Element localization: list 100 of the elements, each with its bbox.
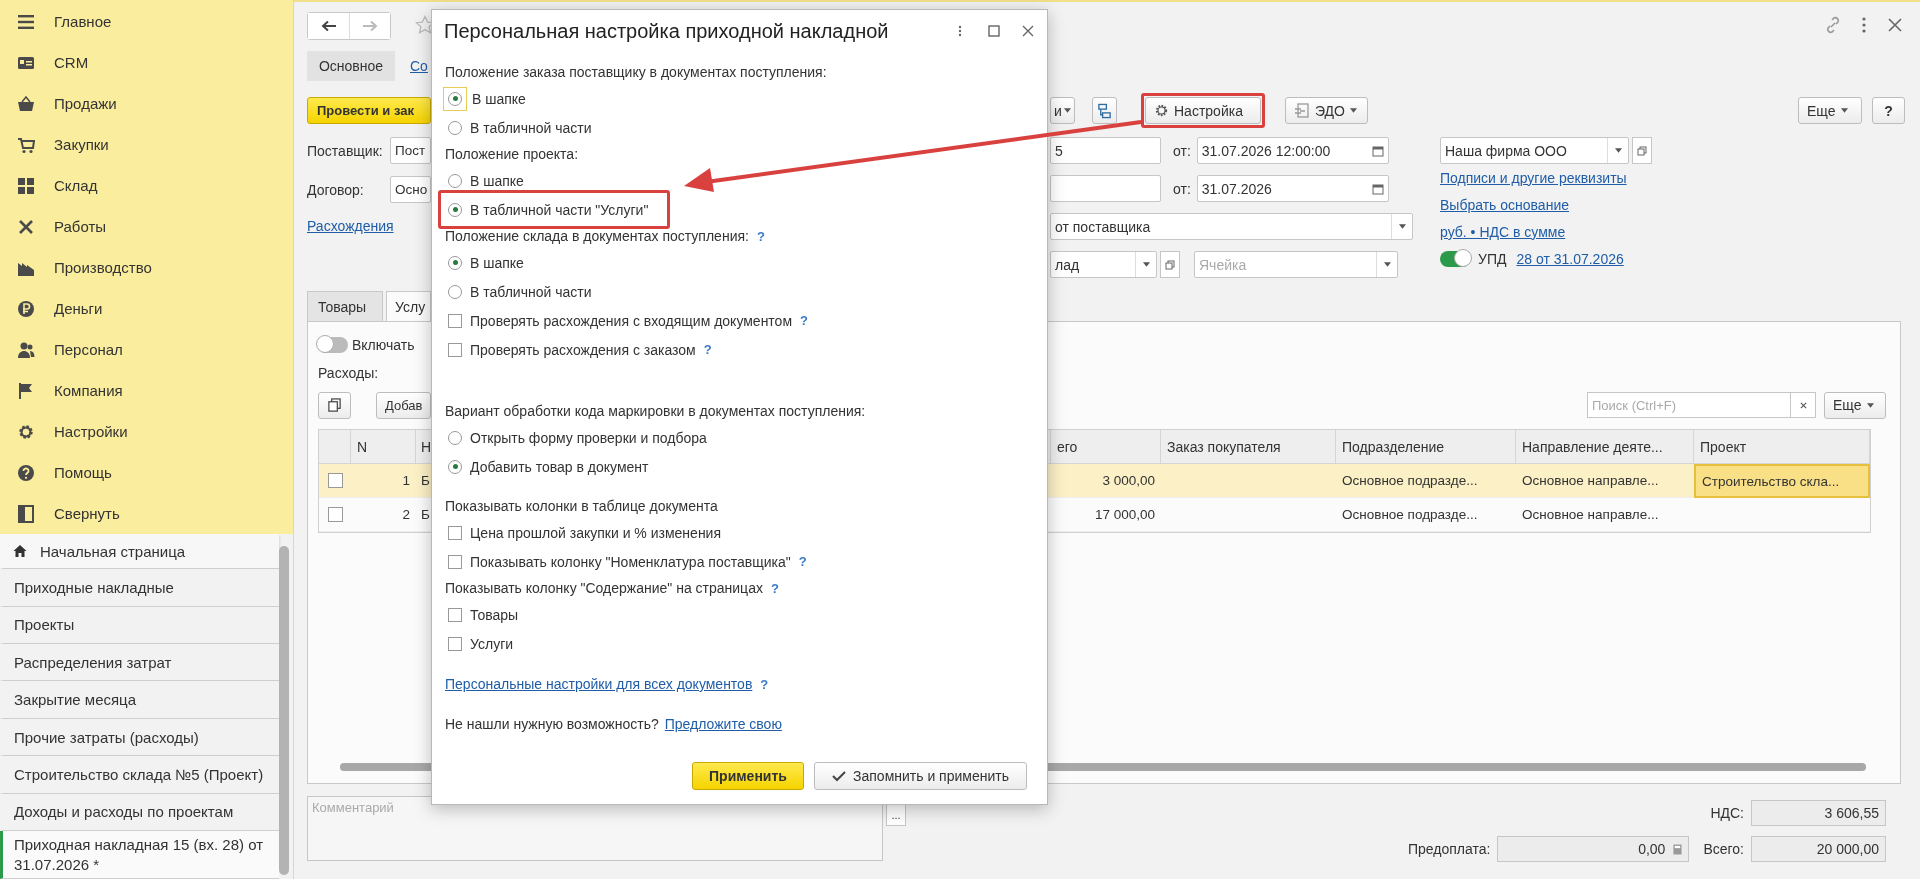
- copy-button[interactable]: [318, 391, 351, 419]
- settings-button[interactable]: Настройка: [1145, 97, 1261, 124]
- open-button[interactable]: [1160, 251, 1180, 278]
- date-field[interactable]: 31.07.2026: [1196, 175, 1389, 202]
- help-link[interactable]: ?: [770, 580, 779, 596]
- row-checkbox[interactable]: [327, 473, 343, 488]
- maximize-icon[interactable]: [987, 23, 1001, 39]
- radio-button[interactable]: [448, 120, 462, 135]
- menu-item[interactable]: Компания: [0, 370, 293, 411]
- dropdown-button[interactable]: и: [1050, 97, 1075, 124]
- radio-button[interactable]: [448, 173, 462, 188]
- operation-select[interactable]: от поставщика: [1050, 213, 1413, 240]
- menu-item[interactable]: Работы: [0, 206, 293, 247]
- more-button[interactable]: Еще: [1798, 97, 1862, 124]
- all-documents-settings-link[interactable]: Персональные настройки для всех документов: [445, 676, 753, 692]
- column-header[interactable]: Проект: [1694, 430, 1870, 464]
- form-tab[interactable]: Со: [395, 51, 438, 81]
- include-toggle[interactable]: [318, 337, 348, 353]
- column-header[interactable]: его: [1051, 430, 1161, 464]
- incoming-number-field[interactable]: [1050, 175, 1161, 202]
- page-tab[interactable]: Товары: [307, 291, 383, 321]
- scrollbar[interactable]: [279, 546, 289, 875]
- suggest-link[interactable]: Предложите свою: [664, 716, 782, 732]
- column-header[interactable]: Подразделение: [1336, 430, 1516, 464]
- calculator-icon[interactable]: [1673, 843, 1683, 855]
- checkbox[interactable]: [448, 313, 462, 328]
- menu-item[interactable]: Персонал: [0, 329, 293, 370]
- menu-item[interactable]: Помощь: [0, 452, 293, 493]
- radio-option[interactable]: В табличной части: [445, 117, 592, 138]
- number-field[interactable]: 5: [1050, 137, 1161, 164]
- radio-button[interactable]: [448, 255, 462, 270]
- form-link[interactable]: Подписи и другие реквизиты: [1440, 169, 1627, 186]
- column-header[interactable]: Направление деяте...: [1516, 430, 1694, 464]
- warehouse-select[interactable]: лад: [1050, 251, 1157, 278]
- checkbox[interactable]: [448, 554, 462, 569]
- checkbox-option[interactable]: Услуги: [445, 633, 514, 654]
- help-link[interactable]: ?: [800, 313, 808, 328]
- home-page-tab[interactable]: Начальная страница: [0, 534, 279, 570]
- checkbox-option[interactable]: Проверять расхождения с входящим документом: [445, 310, 793, 331]
- menu-item[interactable]: Склад: [0, 165, 293, 206]
- checkbox[interactable]: [448, 525, 462, 540]
- checkbox[interactable]: [448, 342, 462, 357]
- column-header[interactable]: Н: [416, 430, 432, 464]
- radio-button[interactable]: [448, 284, 462, 299]
- checkbox-option[interactable]: Показывать колонку "Номенклатура поставщика": [445, 551, 791, 572]
- form-link[interactable]: Выбрать основание: [1440, 196, 1569, 213]
- help-link[interactable]: ?: [760, 676, 769, 692]
- upd-link[interactable]: 28 от 31.07.2026: [1516, 250, 1624, 267]
- column-header[interactable]: Заказ покупателя: [1161, 430, 1336, 464]
- menu-item[interactable]: CRM: [0, 42, 293, 83]
- open-window-item[interactable]: Приходная накладная 15 (вх. 28) от 31.07.2026 *: [0, 831, 279, 879]
- discrepancies-link[interactable]: Расхождения: [307, 218, 394, 234]
- calendar-icon[interactable]: [1371, 182, 1384, 195]
- more-icon[interactable]: [1861, 15, 1867, 35]
- clear-button[interactable]: [1791, 392, 1816, 418]
- open-button[interactable]: [1632, 137, 1652, 164]
- row-checkbox[interactable]: [327, 507, 343, 522]
- radio-option[interactable]: В шапке: [445, 86, 526, 111]
- page-tab[interactable]: Услу: [386, 291, 431, 321]
- radio-option[interactable]: В шапке: [445, 252, 524, 273]
- help-button[interactable]: ?: [1872, 97, 1905, 124]
- help-link[interactable]: ?: [703, 342, 712, 357]
- menu-item[interactable]: Закупки: [0, 124, 293, 165]
- edo-button[interactable]: ЭДО: [1285, 97, 1368, 124]
- radio-option[interactable]: В табличной части "Услуги": [445, 199, 649, 220]
- contract-field[interactable]: Осно: [390, 176, 431, 203]
- form-tab[interactable]: Основное: [307, 51, 395, 81]
- checkbox-option[interactable]: Товары: [445, 604, 519, 625]
- radio-option[interactable]: В табличной части: [445, 281, 592, 302]
- organization-select[interactable]: Наша фирма ООО: [1440, 137, 1629, 164]
- more-button[interactable]: Еще: [1824, 391, 1886, 419]
- help-link[interactable]: ?: [756, 228, 765, 244]
- close-icon[interactable]: [1021, 23, 1035, 39]
- post-and-close-button[interactable]: Провести и зак: [307, 97, 431, 124]
- checkbox-option[interactable]: Проверять расхождения с заказом: [445, 339, 696, 360]
- menu-item[interactable]: Деньги: [0, 288, 293, 329]
- date-field[interactable]: 31.07.2026 12:00:00: [1196, 137, 1389, 164]
- checkbox[interactable]: [448, 636, 462, 651]
- radio-button[interactable]: [448, 430, 462, 445]
- help-link[interactable]: ?: [798, 554, 807, 569]
- checkbox[interactable]: [448, 607, 462, 622]
- upd-toggle[interactable]: [1440, 250, 1470, 267]
- radio-button[interactable]: [448, 202, 462, 217]
- radio-option[interactable]: Открыть форму проверки и подбора: [445, 427, 707, 448]
- radio-option[interactable]: В шапке: [445, 170, 524, 191]
- menu-item[interactable]: Главное: [0, 1, 293, 42]
- radio-button[interactable]: [448, 459, 462, 474]
- structure-button[interactable]: [1092, 97, 1117, 124]
- column-header[interactable]: N: [351, 430, 416, 464]
- apply-button[interactable]: Применить: [692, 762, 804, 790]
- menu-item[interactable]: Настройки: [0, 411, 293, 452]
- add-button[interactable]: Добав: [376, 391, 431, 419]
- expand-button[interactable]: ...: [886, 804, 906, 826]
- radio-button[interactable]: [448, 91, 462, 106]
- menu-item[interactable]: Производство: [0, 247, 293, 288]
- calendar-icon[interactable]: [1371, 144, 1384, 157]
- save-and-apply-button[interactable]: Запомнить и применить: [814, 762, 1027, 790]
- form-link[interactable]: руб. • НДС в сумме: [1440, 223, 1566, 240]
- menu-item[interactable]: Свернуть: [0, 493, 293, 534]
- supplier-field[interactable]: Пост: [390, 137, 431, 164]
